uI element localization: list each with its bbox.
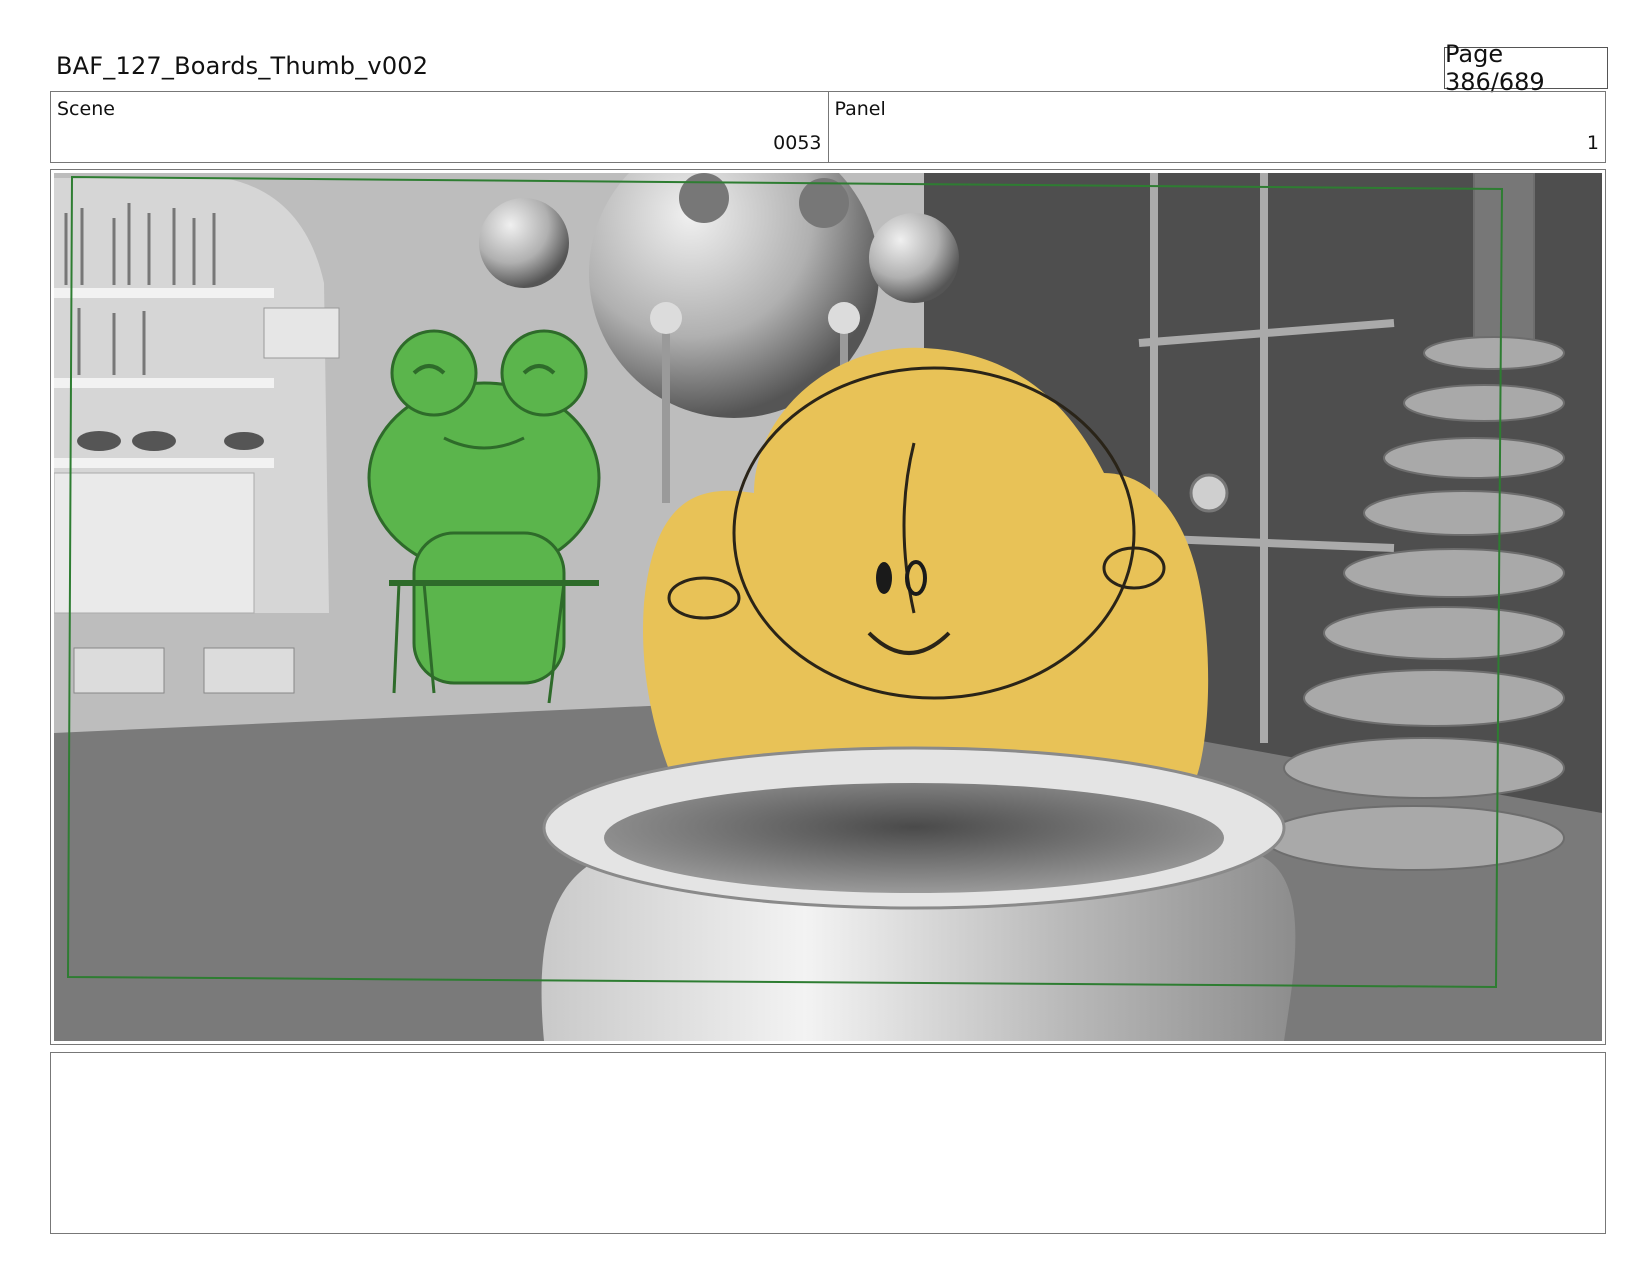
storyboard-drawing [54, 173, 1602, 1041]
notes-box[interactable] [50, 1052, 1606, 1234]
panel-cell: Panel 1 [827, 92, 1606, 162]
panel-label: Panel [834, 98, 886, 120]
scene-cell: Scene 0053 [51, 92, 828, 162]
storyboard-panel-frame [50, 169, 1606, 1045]
scene-value: 0053 [773, 132, 822, 154]
cauldron [541, 746, 1296, 1041]
scene-label: Scene [57, 98, 115, 120]
wall-knob [1189, 473, 1229, 513]
document-title: BAF_127_Boards_Thumb_v002 [56, 52, 429, 80]
page-number-box: Page 386/689 [1444, 40, 1608, 96]
panel-value: 1 [1586, 132, 1599, 154]
scene-panel-row: Scene 0053 Panel 1 [50, 91, 1606, 163]
